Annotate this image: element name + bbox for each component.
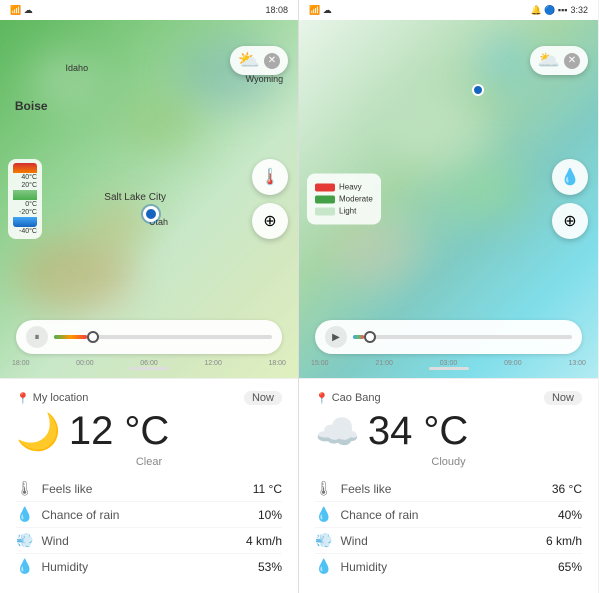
feels-like-row-right: 🌡 Feels like 36 °C — [315, 476, 582, 502]
timeline-right[interactable]: ▶ — [315, 320, 582, 354]
slider-track-right[interactable] — [353, 335, 572, 339]
wind-value-left: 4 km/h — [246, 534, 282, 548]
status-bar-right: 📶 ☁ 🔔 🔵 ▪▪▪ 3:32 — [299, 0, 598, 20]
right-phone: 📶 ☁ 🔔 🔵 ▪▪▪ 3:32 🌥️ ✕ Heavy Moderate — [299, 0, 598, 593]
map-label-wyoming: Wyoming — [246, 74, 283, 84]
wind-icon-right: 💨 — [315, 532, 332, 549]
map-controls-left: 🌡️ ⊕ — [252, 159, 288, 239]
thermometer-icon-left: 🌡 — [16, 480, 34, 497]
map-label-slc: Salt Lake City — [104, 192, 166, 203]
rain-icon-right: 💧 — [315, 506, 332, 523]
rain-row-left: 💧 Chance of rain 10% — [16, 502, 282, 528]
location-dot — [143, 206, 159, 222]
wind-icon-left: 💨 — [16, 532, 33, 549]
weather-toggle-btn-right[interactable]: 🌥️ ✕ — [530, 46, 588, 75]
condition-right: Cloudy — [315, 456, 582, 468]
pin-icon-right: 📍 — [315, 392, 329, 405]
signal-icons: 📶 ☁ — [10, 5, 33, 16]
timeline-left[interactable]: ⏸ — [16, 320, 282, 354]
time-right: 🔔 🔵 ▪▪▪ 3:32 — [530, 5, 588, 16]
moon-icon-left: 🌙 — [16, 411, 61, 453]
close-weather-btn-right[interactable]: ✕ — [564, 53, 580, 69]
map-label-idaho: Idaho — [66, 63, 89, 73]
now-badge-left: Now — [244, 391, 282, 405]
humidity-icon-right: 💧 — [315, 558, 332, 575]
rain-value-left: 10% — [258, 508, 282, 522]
feels-like-row-left: 🌡 Feels like 11 °C — [16, 476, 282, 502]
weather-card-left: 📍 My location Now 🌙 12 °C Clear 🌡 Feels … — [0, 378, 298, 593]
feels-like-value-left: 11 °C — [253, 482, 282, 496]
temp-scale-left: 40°C 20°C 0°C -20°C -40°C — [8, 159, 42, 239]
condition-left: Clear — [16, 456, 282, 468]
thermometer-btn[interactable]: 🌡️ — [252, 159, 288, 195]
rain-row-right: 💧 Chance of rain 40% — [315, 502, 582, 528]
humidity-value-right: 65% — [558, 560, 582, 574]
slider-fill-right — [353, 335, 364, 339]
rain-icon-left: 💧 — [16, 506, 33, 523]
map-left[interactable]: Idaho Boise Wyoming Salt Lake City Utah … — [0, 20, 298, 378]
legend-color-moderate — [315, 195, 335, 203]
humidity-value-left: 53% — [258, 560, 282, 574]
wind-row-right: 💨 Wind 6 km/h — [315, 528, 582, 554]
pause-btn-left[interactable]: ⏸ — [26, 326, 48, 348]
pin-icon-left: 📍 — [16, 392, 30, 405]
legend-moderate: Moderate — [315, 195, 373, 204]
map-controls-right: 💧 ⊕ — [552, 159, 588, 239]
slider-thumb-left[interactable] — [87, 331, 99, 343]
weather-details-left: 🌡 Feels like 11 °C 💧 Chance of rain 10% … — [16, 476, 282, 579]
weather-card-right: 📍 Cao Bang Now ☁️ 34 °C Cloudy 🌡 Feels l… — [299, 378, 598, 593]
cloud-icon-right: ☁️ — [315, 411, 360, 453]
location-left: 📍 My location — [16, 392, 88, 405]
humidity-icon-left: 💧 — [16, 558, 33, 575]
left-phone: 📶 ☁ 18:08 Idaho Boise Wyoming Salt Lake … — [0, 0, 299, 593]
humidity-row-left: 💧 Humidity 53% — [16, 554, 282, 579]
divider-left[interactable] — [129, 367, 169, 370]
thermometer-icon-right: 🌡 — [315, 480, 333, 497]
now-badge-right: Now — [544, 391, 582, 405]
location-target-btn[interactable]: ⊕ — [252, 203, 288, 239]
rain-drop-btn[interactable]: 💧 — [552, 159, 588, 195]
slider-fill-left — [54, 335, 87, 339]
legend-color-light — [315, 207, 335, 215]
time-left: 18:08 — [265, 5, 288, 15]
weather-icon-left: ⛅ — [238, 50, 260, 71]
divider-right[interactable] — [429, 367, 469, 370]
location-dot-right — [472, 84, 484, 96]
legend-heavy: Heavy — [315, 183, 373, 192]
map-label-boise: Boise — [15, 99, 48, 113]
slider-track-left[interactable] — [54, 335, 272, 339]
temp-value-right: 34 °C — [368, 409, 469, 454]
slider-thumb-right[interactable] — [364, 331, 376, 343]
time-labels-right: 15:00 21:00 03:00 09:00 13:00 — [307, 360, 590, 367]
legend-color-heavy — [315, 183, 335, 191]
weather-icon-right: 🌥️ — [538, 50, 560, 71]
rain-value-right: 40% — [558, 508, 582, 522]
weather-toggle-btn[interactable]: ⛅ ✕ — [230, 46, 288, 75]
close-weather-btn[interactable]: ✕ — [264, 53, 280, 69]
map-right[interactable]: 🌥️ ✕ Heavy Moderate Light 💧 ⊕ — [299, 20, 598, 378]
temp-display-left: 🌙 12 °C — [16, 409, 282, 454]
wind-row-left: 💨 Wind 4 km/h — [16, 528, 282, 554]
feels-like-value-right: 36 °C — [552, 482, 582, 496]
play-btn-right[interactable]: ▶ — [325, 326, 347, 348]
legend-light: Light — [315, 207, 373, 216]
location-right: 📍 Cao Bang — [315, 392, 381, 405]
weather-details-right: 🌡 Feels like 36 °C 💧 Chance of rain 40% … — [315, 476, 582, 579]
temp-value-left: 12 °C — [69, 409, 170, 454]
humidity-row-right: 💧 Humidity 65% — [315, 554, 582, 579]
temp-display-right: ☁️ 34 °C — [315, 409, 582, 454]
location-target-btn-right[interactable]: ⊕ — [552, 203, 588, 239]
status-bar-left: 📶 ☁ 18:08 — [0, 0, 298, 20]
rain-legend: Heavy Moderate Light — [307, 174, 381, 225]
time-labels-left: 18:00 00:00 06:00 12:00 18:00 — [8, 360, 290, 367]
wind-value-right: 6 km/h — [546, 534, 582, 548]
signal-icons-right: 📶 ☁ — [309, 5, 332, 16]
